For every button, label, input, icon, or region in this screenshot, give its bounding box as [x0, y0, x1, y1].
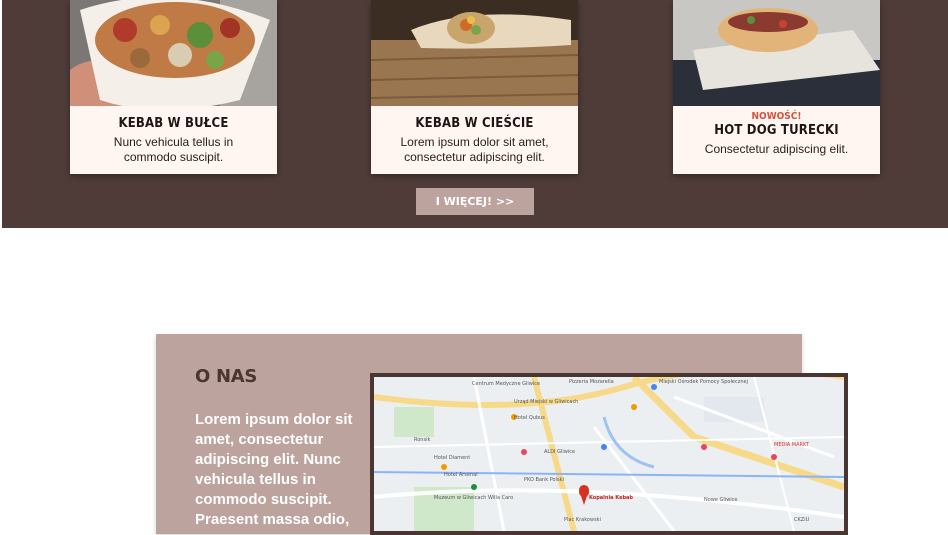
map-label: MEDIA MARKT: [774, 442, 809, 448]
about-text: Lorem ipsum dolor sit amet, consectetur …: [195, 411, 353, 528]
more-button[interactable]: I WIĘCEJ! >>: [416, 188, 534, 215]
map-label: Pizzeria Mozarella: [569, 379, 614, 385]
map-label: Hotel Arsenal: [444, 472, 478, 478]
card-title: KEBAB W BUŁCE: [118, 116, 229, 131]
new-badge: NOWOŚĆ!: [751, 111, 802, 122]
card-body: NOWOŚĆ! HOT DOG TURECKI Consectetur adip…: [673, 106, 880, 174]
card-body: KEBAB W CIEŚCIE Lorem ipsum dolor sit am…: [371, 106, 578, 174]
map-label: Muzeum w Gliwicach Willa Caro: [434, 495, 514, 501]
map-label: Urząd Miejski w Gliwicach: [514, 399, 579, 405]
map-canvas[interactable]: Centrum Medyczne Gliwice Pizzeria Mozare…: [374, 377, 844, 531]
map-embed[interactable]: Centrum Medyczne Gliwice Pizzeria Mozare…: [370, 373, 848, 535]
hot-dog-photo: [673, 0, 880, 106]
kebab-bun-photo: [70, 0, 277, 106]
map-label: Hotel Qubus: [514, 415, 545, 421]
map-label: Centrum Medyczne Gliwice: [472, 381, 541, 387]
card-description: Consectetur adipiscing elit.: [704, 142, 849, 156]
map-label: PKO Bank Polski: [524, 477, 564, 483]
card-body: KEBAB W BUŁCE Nunc vehicula tellus in co…: [70, 106, 277, 174]
map-label: CKZiU: [794, 517, 810, 523]
card-title: KEBAB W CIEŚCIE: [415, 116, 534, 131]
about-title: O NAS: [195, 366, 258, 387]
map-label: Nowe Gliwice: [704, 497, 738, 503]
map-label: Plac Krakowski: [564, 517, 601, 523]
map-label: ALDI Gliwice: [544, 449, 576, 455]
map-label: Ronsik: [414, 437, 431, 443]
menu-card-kebab-bun[interactable]: KEBAB W BUŁCE Nunc vehicula tellus in co…: [70, 0, 277, 174]
kebab-dough-photo: [371, 0, 578, 106]
menu-card-hot-dog[interactable]: NOWOŚĆ! HOT DOG TURECKI Consectetur adip…: [673, 0, 880, 174]
card-description: Nunc vehicula tellus in commodo suscipit…: [113, 135, 234, 164]
map-label: Kopalnia Kebab: [589, 495, 633, 501]
card-title: HOT DOG TURECKI: [714, 123, 839, 138]
menu-card-kebab-dough[interactable]: KEBAB W CIEŚCIE Lorem ipsum dolor sit am…: [371, 0, 578, 174]
map-label: Hotel Diament: [434, 455, 471, 461]
map-label: Miejski Ośrodek Pomocy Społecznej: [659, 379, 748, 385]
card-description: Lorem ipsum dolor sit amet, consectetur …: [400, 135, 549, 164]
